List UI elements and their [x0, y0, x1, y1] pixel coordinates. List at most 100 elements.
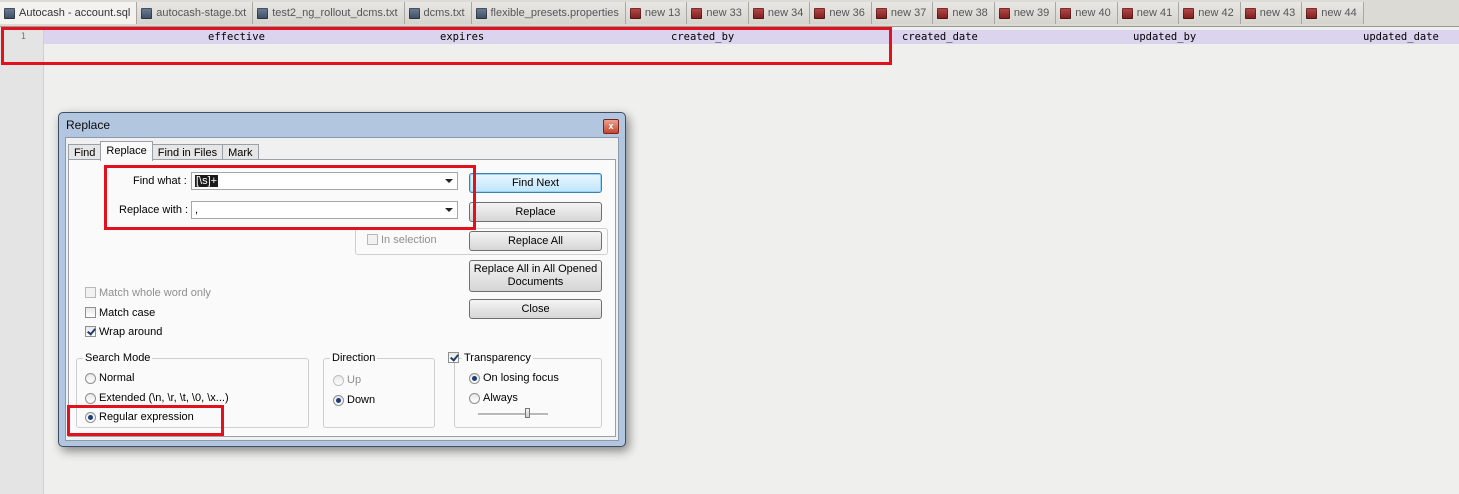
- find-what-label: Find what :: [133, 175, 187, 187]
- match-case-checkbox[interactable]: [85, 307, 96, 318]
- replace-all-button[interactable]: Replace All: [469, 231, 602, 251]
- always-label: Always: [483, 392, 518, 404]
- replace-all-opened-button[interactable]: Replace All in All Opened Documents: [469, 260, 602, 292]
- document-tab[interactable]: new 42: [1179, 2, 1241, 24]
- dialog-title: Replace: [66, 118, 111, 132]
- extended-label: Extended (\n, \r, \t, \0, \x...): [99, 392, 229, 404]
- document-tab[interactable]: new 37: [871, 2, 934, 24]
- document-tab[interactable]: new 33: [687, 2, 749, 24]
- chevron-down-icon[interactable]: [445, 179, 453, 183]
- document-tab-label: new 42: [1198, 7, 1234, 19]
- document-tab[interactable]: new 38: [933, 2, 995, 24]
- unsaved-file-icon: [875, 7, 887, 19]
- match-whole-word-checkbox[interactable]: [85, 287, 96, 298]
- document-tab-label: new 34: [767, 7, 804, 19]
- document-tab[interactable]: new 41: [1117, 2, 1180, 24]
- on-losing-focus-radio[interactable]: [469, 373, 480, 384]
- column-name: updated_by: [1133, 31, 1197, 43]
- transparency-checkbox[interactable]: [448, 352, 459, 363]
- wrap-around-checkbox[interactable]: [85, 326, 96, 337]
- column-name: created_date: [902, 31, 978, 43]
- direction-up-radio[interactable]: [333, 375, 344, 386]
- document-tab-label: new 36: [829, 7, 865, 19]
- document-tab-label: new 40: [1075, 7, 1111, 19]
- dialog-tabs: Find Replace Find in Files Mark: [68, 141, 259, 161]
- normal-radio[interactable]: [85, 373, 96, 384]
- document-tab[interactable]: new 39: [994, 2, 1057, 24]
- document-tab[interactable]: autocash-stage.txt: [137, 2, 254, 24]
- saved-file-icon: [475, 7, 487, 19]
- document-tab-label: new 39: [1013, 7, 1050, 19]
- unsaved-file-icon: [937, 7, 949, 19]
- extended-radio[interactable]: [85, 393, 96, 404]
- document-tab[interactable]: new 43: [1240, 2, 1303, 24]
- chevron-down-icon[interactable]: [445, 208, 453, 212]
- replace-with-combobox[interactable]: ,: [191, 201, 458, 219]
- document-tab[interactable]: new 34: [748, 2, 811, 24]
- regular-expression-label: Regular expression: [99, 411, 194, 423]
- saved-file-icon: [408, 7, 420, 19]
- replace-with-value: ,: [195, 204, 199, 216]
- line-number-gutter: 1: [0, 27, 44, 494]
- search-mode-title: Search Mode: [83, 352, 153, 364]
- document-tab[interactable]: new 13: [625, 2, 688, 24]
- direction-group: Direction: [323, 352, 435, 428]
- find-what-value: [\s]+: [195, 175, 219, 187]
- transparency-slider-thumb[interactable]: [525, 408, 530, 418]
- document-tab-label: new 38: [952, 7, 988, 19]
- find-next-button[interactable]: Find Next: [469, 173, 602, 193]
- in-selection-checkbox[interactable]: [367, 234, 378, 245]
- replace-with-label: Replace with :: [119, 204, 189, 216]
- replace-all-opened-label-line1: Replace All in All Opened: [473, 263, 598, 275]
- match-case-label: Match case: [99, 307, 156, 319]
- document-tab[interactable]: new 44: [1302, 2, 1364, 24]
- document-tab-label: new 41: [1136, 7, 1173, 19]
- unsaved-file-icon: [629, 7, 641, 19]
- tab-replace[interactable]: Replace: [100, 141, 153, 161]
- direction-up-label: Up: [347, 374, 362, 386]
- saved-file-icon: [4, 7, 15, 19]
- find-what-combobox[interactable]: [\s]+: [191, 172, 458, 190]
- unsaved-file-icon: [1121, 7, 1133, 19]
- document-tab-label: autocash-stage.txt: [156, 7, 247, 19]
- document-tab[interactable]: flexible_presets.properties: [471, 2, 626, 24]
- wrap-around-label: Wrap around: [99, 326, 163, 338]
- document-tab-label: new 43: [1259, 7, 1296, 19]
- direction-down-label: Down: [347, 394, 376, 406]
- document-tab-label: new 33: [706, 7, 742, 19]
- saved-file-icon: [141, 7, 153, 19]
- document-tab-label: flexible_presets.properties: [490, 7, 619, 19]
- direction-down-radio[interactable]: [333, 395, 344, 406]
- saved-file-icon: [257, 7, 269, 19]
- replace-all-opened-label-line2: Documents: [507, 276, 564, 288]
- document-tab[interactable]: dcms.txt: [404, 2, 472, 24]
- document-tab[interactable]: new 40: [1056, 2, 1118, 24]
- match-whole-word-label: Match whole word only: [99, 287, 211, 299]
- on-losing-focus-label: On losing focus: [483, 372, 559, 384]
- document-tab[interactable]: test2_ng_rollout_dcms.txt: [253, 2, 405, 24]
- unsaved-file-icon: [1183, 7, 1195, 19]
- document-tab-label: Autocash - account.sql: [19, 7, 131, 19]
- document-tab-label: dcms.txt: [423, 7, 465, 19]
- replace-button[interactable]: Replace: [469, 202, 602, 222]
- unsaved-file-icon: [814, 7, 826, 19]
- always-radio[interactable]: [469, 393, 480, 404]
- direction-title: Direction: [330, 352, 378, 364]
- unsaved-file-icon: [752, 7, 764, 19]
- document-tab-label: new 37: [890, 7, 927, 19]
- normal-label: Normal: [99, 372, 135, 384]
- close-icon[interactable]: x: [603, 119, 619, 134]
- transparency-label: Transparency: [462, 352, 533, 364]
- document-tab[interactable]: Autocash - account.sql: [0, 2, 138, 24]
- document-tab-label: test2_ng_rollout_dcms.txt: [272, 7, 398, 19]
- unsaved-file-icon: [691, 7, 703, 19]
- in-selection-label: In selection: [381, 234, 437, 246]
- transparency-slider-track[interactable]: [478, 413, 548, 416]
- regular-expression-radio[interactable]: [85, 412, 96, 423]
- document-tab[interactable]: new 36: [810, 2, 872, 24]
- unsaved-file-icon: [998, 7, 1010, 19]
- column-name: effective: [208, 31, 265, 43]
- close-button[interactable]: Close: [469, 299, 602, 319]
- dialog-titlebar[interactable]: Replace x: [59, 113, 625, 135]
- document-tab-label: new 13: [644, 7, 681, 19]
